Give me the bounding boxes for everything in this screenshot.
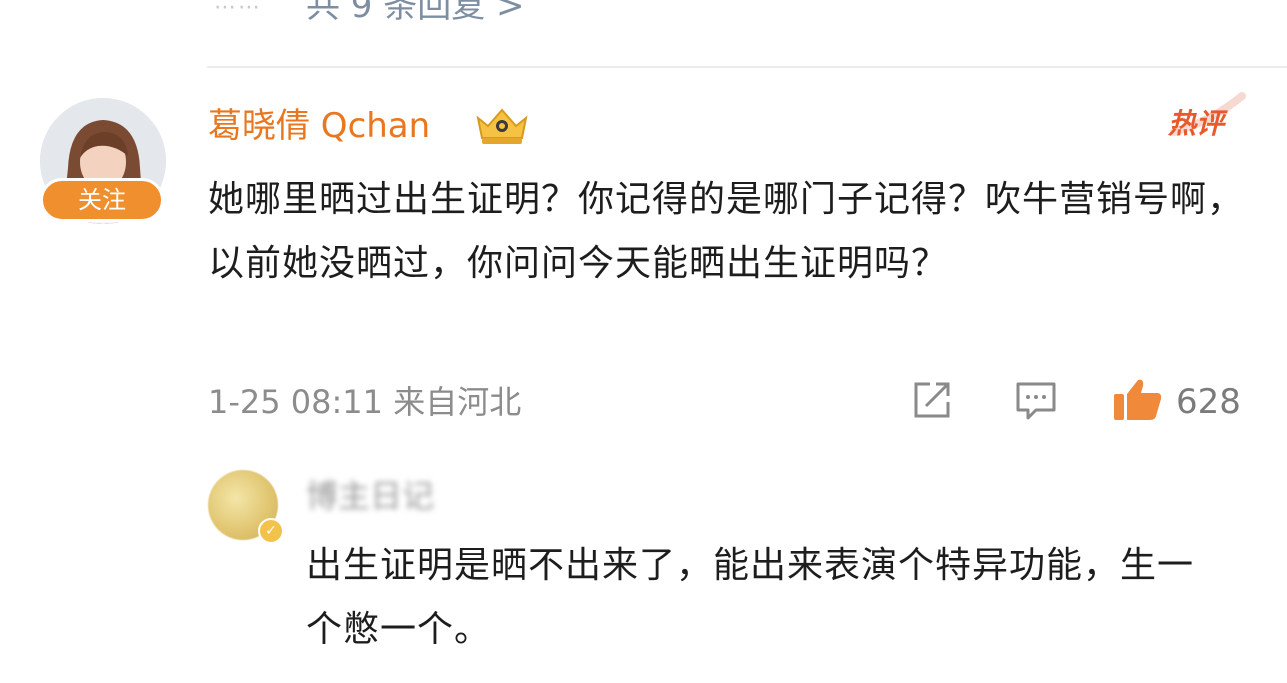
reply-username[interactable]: 博主日记: [306, 474, 434, 518]
comment-meta: 1-25 08:11 来自河北: [208, 378, 521, 426]
comment-timestamp: 1-25 08:11: [208, 383, 384, 421]
divider: [207, 66, 1287, 68]
comment-location: 来自河北: [393, 383, 522, 421]
comment-text: 她哪里晒过出生证明？你记得的是哪门子记得？吹牛营销号啊，以前她没晒过，你问问今天…: [208, 179, 1245, 284]
share-icon[interactable]: [910, 378, 954, 422]
reply-text: 出生证明是晒不出来了，能出来表演个特异功能，生一个憋一个。: [306, 545, 1195, 650]
follow-button[interactable]: 关注: [40, 178, 164, 222]
truncated-dots: ⋯⋯: [214, 0, 262, 20]
hot-comment-tag: 热评: [1168, 107, 1225, 140]
verified-badge-icon: ✓: [258, 518, 284, 544]
view-replies-link[interactable]: 共 9 条回复 >: [306, 0, 525, 28]
comment-icon[interactable]: [1014, 378, 1058, 422]
like-count[interactable]: 628: [1176, 378, 1241, 426]
vip-crown-icon: [476, 108, 528, 144]
thumbs-up-icon[interactable]: [1112, 376, 1164, 422]
commenter-username[interactable]: 葛晓倩 Qchan: [208, 102, 430, 150]
